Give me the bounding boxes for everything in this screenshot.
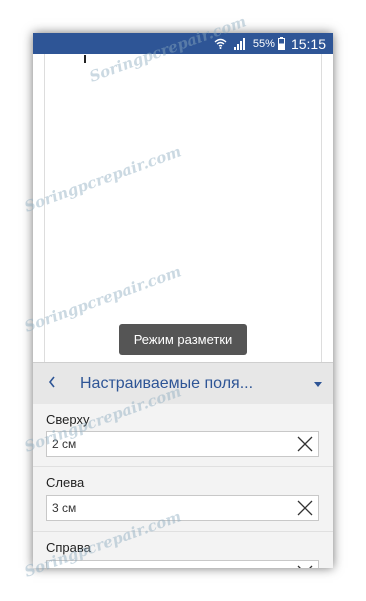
- text-cursor: [84, 55, 86, 63]
- chevron-left-icon: [47, 373, 57, 394]
- margins-panel: Сверху 2 см Слева 3 см Справа: [33, 404, 333, 568]
- margin-guide-left: [44, 54, 45, 362]
- document-canvas[interactable]: [33, 54, 333, 362]
- divider: [33, 466, 333, 467]
- close-icon: [297, 436, 313, 452]
- panel-title[interactable]: Настраиваемые поля...: [80, 375, 303, 393]
- top-margin-value: 2 см: [52, 437, 77, 451]
- field-label-right: Справа: [46, 540, 91, 555]
- top-margin-field[interactable]: 2 см: [46, 431, 319, 457]
- divider: [33, 531, 333, 532]
- clock: 15:15: [290, 35, 326, 52]
- battery-percent: 55%: [252, 37, 275, 50]
- close-icon: [297, 565, 313, 568]
- battery-icon: [277, 37, 285, 50]
- left-margin-field[interactable]: 3 см: [46, 495, 319, 521]
- field-label-left: Слева: [46, 475, 85, 490]
- wifi-icon: [214, 38, 227, 49]
- phone-screen: 55% 15:15 Режим разметки Настраиваемые п…: [33, 33, 333, 568]
- margins-dropdown-button[interactable]: [303, 363, 333, 405]
- left-margin-value: 3 см: [52, 501, 77, 515]
- margin-guide-right: [321, 54, 322, 362]
- back-button[interactable]: [33, 363, 71, 405]
- signal-icon: [233, 37, 247, 50]
- toast-message: Режим разметки: [119, 324, 247, 355]
- field-label-top: Сверху: [46, 412, 90, 427]
- caret-down-icon: [313, 375, 323, 393]
- right-margin-field[interactable]: [46, 560, 319, 568]
- clear-left-button[interactable]: [292, 496, 318, 520]
- panel-header: Настраиваемые поля...: [33, 362, 333, 404]
- close-icon: [297, 500, 313, 516]
- clear-right-button[interactable]: [292, 561, 318, 568]
- clear-top-button[interactable]: [292, 432, 318, 456]
- status-bar: 55% 15:15: [33, 33, 333, 54]
